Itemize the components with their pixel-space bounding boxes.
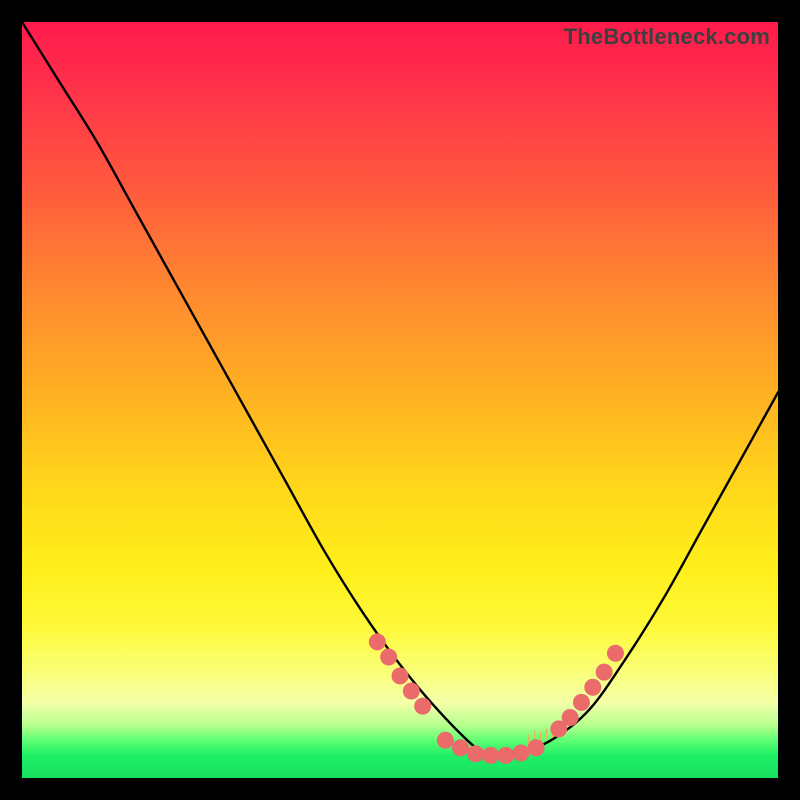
marker-dot — [369, 633, 386, 650]
chart-stage: TheBottleneck.com — [0, 0, 800, 800]
marker-dot — [452, 739, 469, 756]
marker-dot — [573, 694, 590, 711]
marker-dot — [414, 698, 431, 715]
chart-svg — [22, 22, 778, 778]
marker-dot — [392, 667, 409, 684]
marker-dot — [562, 709, 579, 726]
marker-dots — [369, 633, 624, 763]
marker-dot — [467, 745, 484, 762]
plot-area: TheBottleneck.com — [22, 22, 778, 778]
marker-dot — [512, 745, 529, 762]
marker-dot — [403, 683, 420, 700]
marker-dot — [497, 747, 514, 764]
marker-dot — [380, 649, 397, 666]
marker-dot — [607, 645, 624, 662]
marker-dot — [596, 664, 613, 681]
marker-dot — [437, 732, 454, 749]
marker-dot — [584, 679, 601, 696]
marker-dot — [482, 747, 499, 764]
marker-dot — [528, 739, 545, 756]
bottleneck-curve — [22, 22, 778, 757]
